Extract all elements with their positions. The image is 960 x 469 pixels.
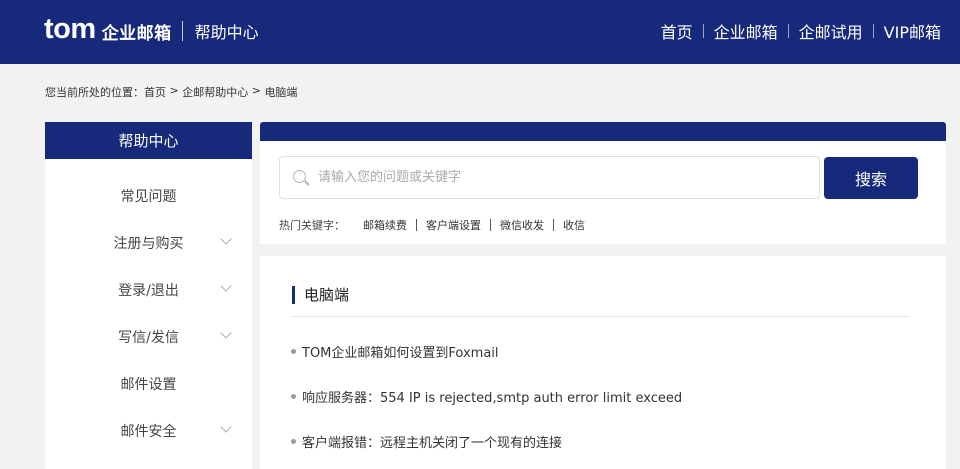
- nav-divider: [702, 24, 704, 38]
- sidebar-item-faq[interactable]: 常见问题: [45, 186, 252, 206]
- breadcrumb-prefix: 您当前所处的位置：: [45, 86, 144, 99]
- sidebar-item-compose[interactable]: 写信/发信: [45, 327, 252, 347]
- breadcrumb: 您当前所处的位置： 首页 > 企邮帮助中心 > 电脑端: [45, 84, 297, 100]
- sidebar: 帮助中心 常见问题 注册与购买 登录/退出 写信/发信 邮件设置 邮件安全: [45, 122, 252, 469]
- breadcrumb-item-home[interactable]: 首页: [144, 84, 166, 100]
- article-title: 响应服务器：554 IP is rejected,smtp auth error…: [302, 391, 683, 406]
- hot-keyword-receive[interactable]: 收信: [563, 217, 585, 233]
- hot-keyword-client-setup[interactable]: 客户端设置: [426, 217, 481, 233]
- article-link[interactable]: 客户端报错：远程主机关闭了一个现有的连接: [291, 432, 562, 451]
- sidebar-title: 帮助中心: [45, 122, 252, 159]
- search-icon: [293, 170, 306, 183]
- top-nav: 首页 企业邮箱 企邮试用 VIP邮箱: [661, 19, 941, 43]
- nav-enterprise-mail[interactable]: 企业邮箱: [714, 19, 778, 43]
- hot-keyword-renewal[interactable]: 邮箱续费: [363, 217, 407, 233]
- article-title: TOM企业邮箱如何设置到Foxmail: [302, 346, 499, 361]
- bullet-icon: [291, 394, 296, 399]
- section-title-text: 电脑端: [304, 286, 350, 304]
- nav-divider: [787, 24, 789, 38]
- section-divider: [291, 316, 910, 317]
- search-panel: 搜索 热门关键字： 邮箱续费 客户端设置 微信收发 收信: [260, 122, 946, 244]
- article-link[interactable]: TOM企业邮箱如何设置到Foxmail: [291, 342, 499, 361]
- article-link[interactable]: 响应服务器：554 IP is rejected,smtp auth error…: [291, 387, 682, 406]
- sidebar-item-settings[interactable]: 邮件设置: [45, 374, 252, 394]
- logo[interactable]: tom 企业邮箱 帮助中心: [44, 14, 259, 48]
- search-button[interactable]: 搜索: [824, 157, 918, 199]
- logo-name: 企业邮箱: [101, 23, 172, 44]
- logo-divider: [181, 21, 183, 41]
- hot-keywords: 热门关键字： 邮箱续费 客户端设置 微信收发 收信: [279, 217, 585, 233]
- nav-home[interactable]: 首页: [661, 19, 693, 43]
- article-list-panel: 电脑端 TOM企业邮箱如何设置到Foxmail 响应服务器：554 IP is …: [260, 256, 946, 469]
- nav-divider: [872, 24, 874, 38]
- nav-vip-mail[interactable]: VIP邮箱: [884, 19, 941, 43]
- breadcrumb-separator: >: [166, 84, 183, 97]
- breadcrumb-item-current[interactable]: 电脑端: [264, 84, 297, 100]
- sidebar-item-register[interactable]: 注册与购买: [45, 233, 252, 253]
- sidebar-item-login[interactable]: 登录/退出: [45, 280, 252, 300]
- bullet-icon: [291, 439, 296, 444]
- hot-keyword-wechat[interactable]: 微信收发: [500, 217, 544, 233]
- hot-keywords-label: 热门关键字：: [279, 219, 345, 232]
- search-box[interactable]: [279, 156, 820, 199]
- sidebar-item-security[interactable]: 邮件安全: [45, 421, 252, 441]
- section-title: 电脑端: [292, 284, 349, 305]
- top-header: tom 企业邮箱 帮助中心 首页 企业邮箱 企邮试用 VIP邮箱: [0, 0, 960, 64]
- keyword-divider: [490, 219, 491, 231]
- logo-subtitle: 帮助中心: [194, 23, 259, 42]
- breadcrumb-item-help[interactable]: 企邮帮助中心: [182, 84, 248, 100]
- logo-brand: tom: [44, 12, 96, 45]
- title-accent-bar: [292, 285, 295, 304]
- search-input[interactable]: [318, 157, 808, 198]
- keyword-divider: [553, 219, 554, 231]
- keyword-divider: [416, 219, 417, 231]
- nav-trial[interactable]: 企邮试用: [799, 19, 863, 43]
- panel-header-bar: [260, 122, 946, 141]
- breadcrumb-separator: >: [248, 84, 265, 97]
- article-title: 客户端报错：远程主机关闭了一个现有的连接: [302, 436, 563, 451]
- bullet-icon: [291, 349, 296, 354]
